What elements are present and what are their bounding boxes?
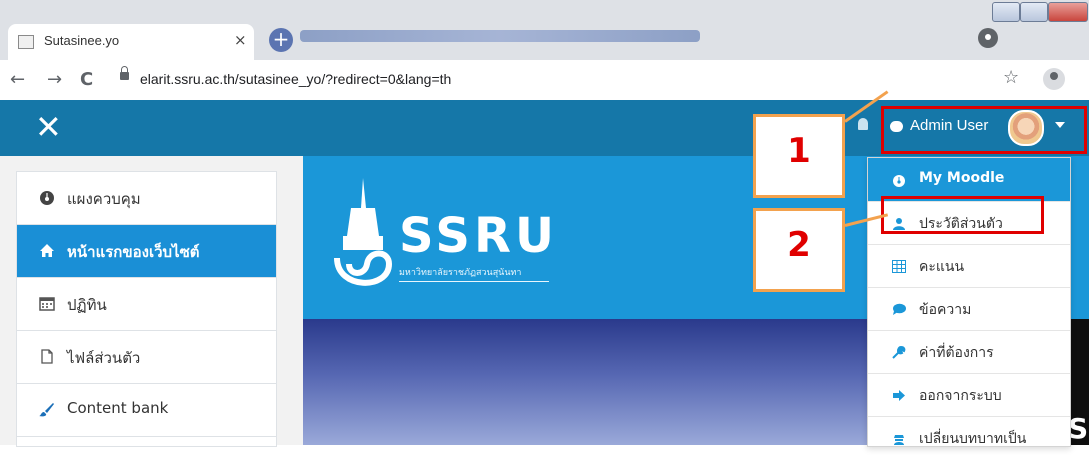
close-drawer-button[interactable]: ✕ bbox=[35, 108, 62, 146]
chrome-profile-icon[interactable] bbox=[978, 28, 998, 48]
ssru-subtitle: มหาวิทยาลัยราชภัฏสวนสุนันทา bbox=[399, 268, 522, 278]
account-icon[interactable] bbox=[1043, 68, 1065, 90]
new-tab-button[interactable]: + bbox=[269, 28, 293, 52]
drawer-item-label: หน้าแรกของเว็บไซต์ bbox=[67, 243, 200, 261]
address-bar: ← → C elarit.ssru.ac.th/sutasinee_yo/?re… bbox=[0, 60, 1089, 101]
comment-icon bbox=[893, 303, 906, 315]
menu-item-label: My Moodle bbox=[919, 170, 1005, 186]
drawer-item-home[interactable]: หน้าแรกของเว็บไซต์ bbox=[17, 225, 276, 278]
nav-drawer: แผงควบคุม หน้าแรกของเว็บไซต์ ปฏิทิน ไฟล์… bbox=[16, 171, 277, 447]
ssru-emblem-icon bbox=[334, 178, 393, 286]
paint-brush-icon bbox=[39, 403, 54, 417]
notification-bell-icon[interactable] bbox=[858, 118, 868, 130]
menu-item-label: ค่าที่ต้องการ bbox=[919, 345, 994, 361]
step-number: 1 bbox=[787, 131, 811, 171]
menu-item-label: ข้อความ bbox=[919, 302, 972, 318]
drawer-item-label: ปฏิทิน bbox=[67, 296, 107, 314]
drawer-item-private-files[interactable]: ไฟล์ส่วนตัว bbox=[17, 331, 276, 384]
highlight-profile-item bbox=[881, 196, 1044, 234]
logo-divider bbox=[399, 281, 549, 282]
drawer-item-label: แผงควบคุม bbox=[67, 190, 141, 208]
tab-title: Sutasinee.yo bbox=[44, 33, 120, 48]
step-badge-2: 2 bbox=[753, 208, 845, 292]
ssru-logo-text: SSRU bbox=[399, 208, 558, 264]
tachometer-icon bbox=[893, 175, 905, 187]
sign-out-icon bbox=[893, 390, 905, 401]
menu-item-switch-role[interactable]: เปลี่ยนบทบาทเป็น bbox=[868, 416, 1070, 459]
drawer-item-dashboard[interactable]: แผงควบคุม bbox=[17, 172, 276, 225]
drawer-item-label: Content bank bbox=[67, 399, 169, 417]
calendar-icon bbox=[39, 297, 55, 311]
window-close-button[interactable] bbox=[1048, 2, 1088, 22]
wrench-icon bbox=[892, 346, 906, 359]
grid-icon bbox=[892, 260, 906, 273]
forward-button[interactable]: → bbox=[47, 69, 62, 90]
browser-tab[interactable]: Sutasinee.yo × bbox=[8, 24, 254, 60]
favicon-icon bbox=[18, 35, 34, 49]
bookmark-star-icon[interactable]: ☆ bbox=[1003, 67, 1019, 88]
drawer-item-label: ไฟล์ส่วนตัว bbox=[67, 349, 141, 367]
url-input[interactable]: elarit.ssru.ac.th/sutasinee_yo/?redirect… bbox=[112, 66, 1002, 94]
browser-tab-strip: Sutasinee.yo × + bbox=[0, 0, 1089, 60]
user-secret-icon bbox=[894, 435, 904, 445]
drawer-item-calendar[interactable]: ปฏิทิน bbox=[17, 278, 276, 331]
menu-item-preferences[interactable]: ค่าที่ต้องการ bbox=[868, 330, 1070, 374]
menu-item-logout[interactable]: ออกจากระบบ bbox=[868, 373, 1070, 417]
menu-item-messages[interactable]: ข้อความ bbox=[868, 287, 1070, 331]
highlight-user-menu bbox=[881, 106, 1087, 154]
file-icon bbox=[41, 349, 53, 364]
hero-letter: S bbox=[1068, 412, 1089, 445]
back-button[interactable]: ← bbox=[10, 69, 25, 90]
menu-item-grades[interactable]: คะแนน bbox=[868, 244, 1070, 288]
menu-item-label: คะแนน bbox=[919, 259, 965, 275]
lock-icon bbox=[120, 66, 129, 80]
tab-close-button[interactable]: × bbox=[234, 31, 247, 49]
maximize-button[interactable] bbox=[1020, 2, 1048, 22]
menu-item-label: เปลี่ยนบทบาทเป็น bbox=[919, 431, 1027, 447]
reload-button[interactable]: C bbox=[80, 69, 93, 90]
drawer-item-content-bank[interactable]: Content bank bbox=[17, 384, 276, 437]
blurred-app-menu bbox=[300, 30, 700, 42]
home-icon bbox=[40, 244, 54, 257]
dashboard-icon bbox=[40, 191, 54, 205]
step-badge-1: 1 bbox=[753, 114, 845, 198]
menu-item-label: ออกจากระบบ bbox=[919, 388, 1002, 404]
url-text: elarit.ssru.ac.th/sutasinee_yo/?redirect… bbox=[140, 71, 452, 87]
step-number: 2 bbox=[787, 225, 811, 265]
window-controls bbox=[992, 2, 1088, 22]
minimize-button[interactable] bbox=[992, 2, 1020, 22]
